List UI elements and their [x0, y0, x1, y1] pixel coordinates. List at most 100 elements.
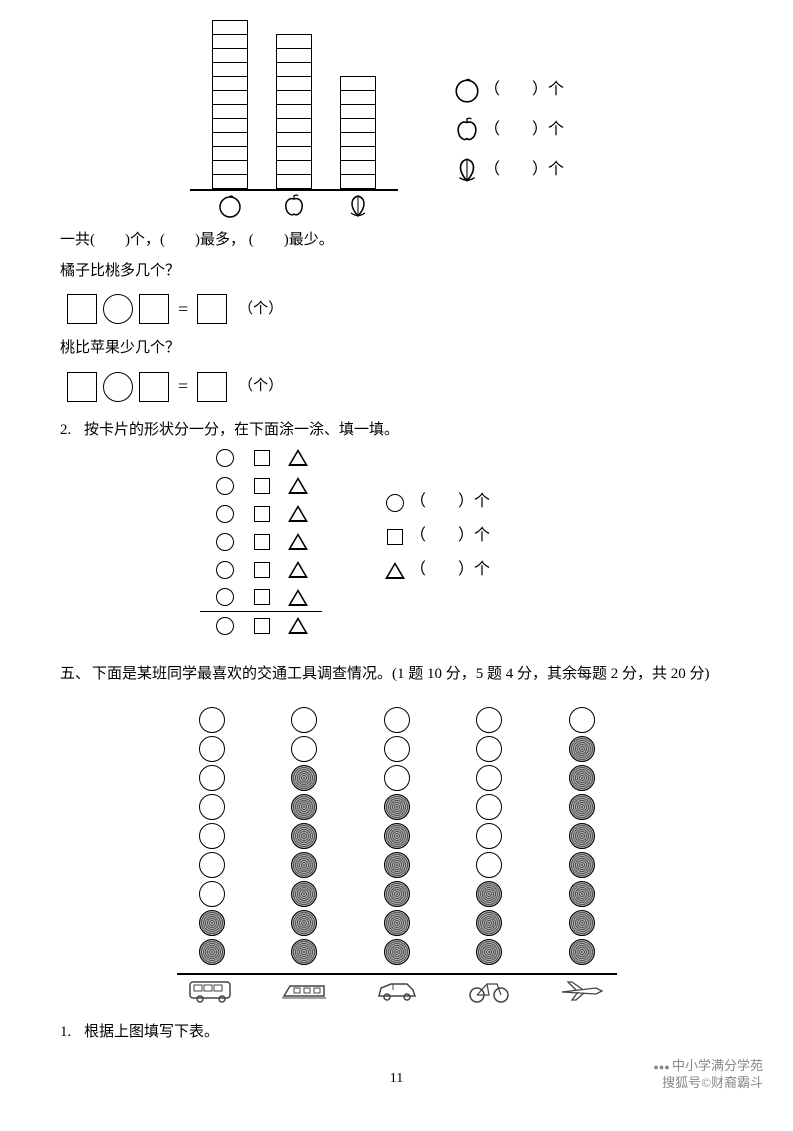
dot-empty	[476, 852, 502, 878]
section-5: 五、 下面是某班同学最喜欢的交通工具调查情况。(1 题 10 分，5 题 4 分…	[60, 661, 733, 688]
dot-filled	[291, 823, 317, 849]
vehicle-column	[557, 706, 607, 967]
shape-row	[200, 612, 322, 640]
question-2: 2. 按卡片的形状分一分，在下面涂一涂、填一填。	[60, 417, 733, 444]
blank-box[interactable]	[139, 294, 169, 324]
orange-vs-peach-q: 橘子比桃多几个？	[60, 258, 733, 285]
dot-empty	[199, 881, 225, 907]
bar-orange	[210, 20, 250, 189]
dot-empty	[476, 794, 502, 820]
unit: 个	[548, 156, 564, 185]
blank-box[interactable]	[67, 294, 97, 324]
dot-filled	[384, 939, 410, 965]
shape-row	[200, 500, 322, 528]
dot-empty	[384, 765, 410, 791]
apple-icon	[450, 116, 484, 144]
equation-2: = （个）	[64, 370, 733, 402]
q2-number: 2.	[60, 417, 84, 444]
dot-empty	[199, 852, 225, 878]
dot-filled	[569, 823, 595, 849]
equals: =	[178, 370, 188, 402]
car-icon	[372, 977, 422, 1005]
plane-icon	[557, 977, 607, 1005]
shape-row	[200, 444, 322, 472]
dot-empty	[199, 765, 225, 791]
bar-peach	[338, 76, 378, 189]
blank-op[interactable]	[103, 372, 133, 402]
blank-box[interactable]	[139, 372, 169, 402]
dot-filled	[384, 910, 410, 936]
watermark-line1: 中小学满分学苑	[653, 1058, 763, 1075]
paren-blank: （ ）	[410, 488, 474, 517]
q1b-text: 根据上图填写下表。	[84, 1019, 219, 1046]
dot-filled	[291, 910, 317, 936]
total-line: 一共( )个，( )最多， ( )最少。	[60, 227, 733, 254]
vehicle-chart	[177, 706, 617, 1005]
equals: =	[178, 293, 188, 325]
dot-empty	[199, 823, 225, 849]
shape-answers: （ ） 个 （ ） 个 （ ） 个	[380, 486, 490, 588]
unit: 个	[474, 488, 490, 517]
paren-blank: （ ）	[410, 522, 474, 551]
dot-filled	[569, 794, 595, 820]
unit: 个	[548, 76, 564, 105]
blank-box[interactable]	[197, 372, 227, 402]
paren-blank: （ ）	[484, 116, 548, 145]
dot-empty	[384, 707, 410, 733]
equation-1: = （个）	[64, 293, 733, 325]
dot-filled	[291, 852, 317, 878]
square-icon	[380, 529, 410, 545]
dot-filled	[291, 794, 317, 820]
dot-filled	[384, 852, 410, 878]
dot-filled	[476, 910, 502, 936]
bar-apple	[274, 34, 314, 189]
blank-op[interactable]	[103, 294, 133, 324]
apple-icon	[274, 193, 314, 219]
orange-icon	[450, 76, 484, 104]
bicycle-icon	[464, 977, 514, 1005]
dot-empty	[199, 736, 225, 762]
dot-filled	[199, 939, 225, 965]
peach-icon	[450, 156, 484, 184]
blank-box[interactable]	[197, 294, 227, 324]
answer-orange: （ ） 个	[450, 70, 564, 110]
shape-answer-circle: （ ） 个	[380, 486, 490, 520]
shape-row	[200, 584, 322, 612]
shape-answer-square: （ ） 个	[380, 520, 490, 554]
dot-empty	[476, 707, 502, 733]
dot-empty	[476, 765, 502, 791]
paren-blank: （ ）	[484, 156, 548, 185]
dot-filled	[291, 881, 317, 907]
triangle-icon	[380, 562, 410, 579]
answer-apple: （ ） 个	[450, 110, 564, 150]
dot-filled	[384, 794, 410, 820]
dot-filled	[569, 736, 595, 762]
bars-container	[190, 20, 398, 191]
dot-empty	[476, 823, 502, 849]
unit: 个	[474, 556, 490, 585]
unit: 个	[548, 116, 564, 145]
page-number: 11	[60, 1066, 733, 1091]
vehicle-column	[464, 706, 514, 967]
fruit-answers: （ ） 个 （ ） 个 （ ） 个	[450, 70, 564, 190]
shape-row	[200, 556, 322, 584]
section-5-text: 下面是某班同学最喜欢的交通工具调查情况。(1 题 10 分，5 题 4 分，其余…	[92, 661, 733, 688]
paren-blank: （ ）	[410, 556, 474, 585]
unit: （个）	[238, 296, 283, 323]
blank-box[interactable]	[67, 372, 97, 402]
dot-empty	[291, 707, 317, 733]
dot-empty	[199, 794, 225, 820]
dot-empty	[291, 736, 317, 762]
peach-vs-apple-q: 桃比苹果少几个？	[60, 335, 733, 362]
q1b-number: 1.	[60, 1019, 84, 1046]
shape-row	[200, 528, 322, 556]
section-5-label: 五、	[60, 661, 92, 688]
shape-sort-chart: （ ） 个 （ ） 个 （ ） 个	[200, 444, 733, 645]
dot-filled	[569, 852, 595, 878]
unit: 个	[474, 522, 490, 551]
shape-row	[200, 472, 322, 500]
dot-filled	[569, 939, 595, 965]
dot-empty	[384, 736, 410, 762]
vehicle-column	[187, 706, 237, 967]
paren-blank: （ ）	[484, 76, 548, 105]
